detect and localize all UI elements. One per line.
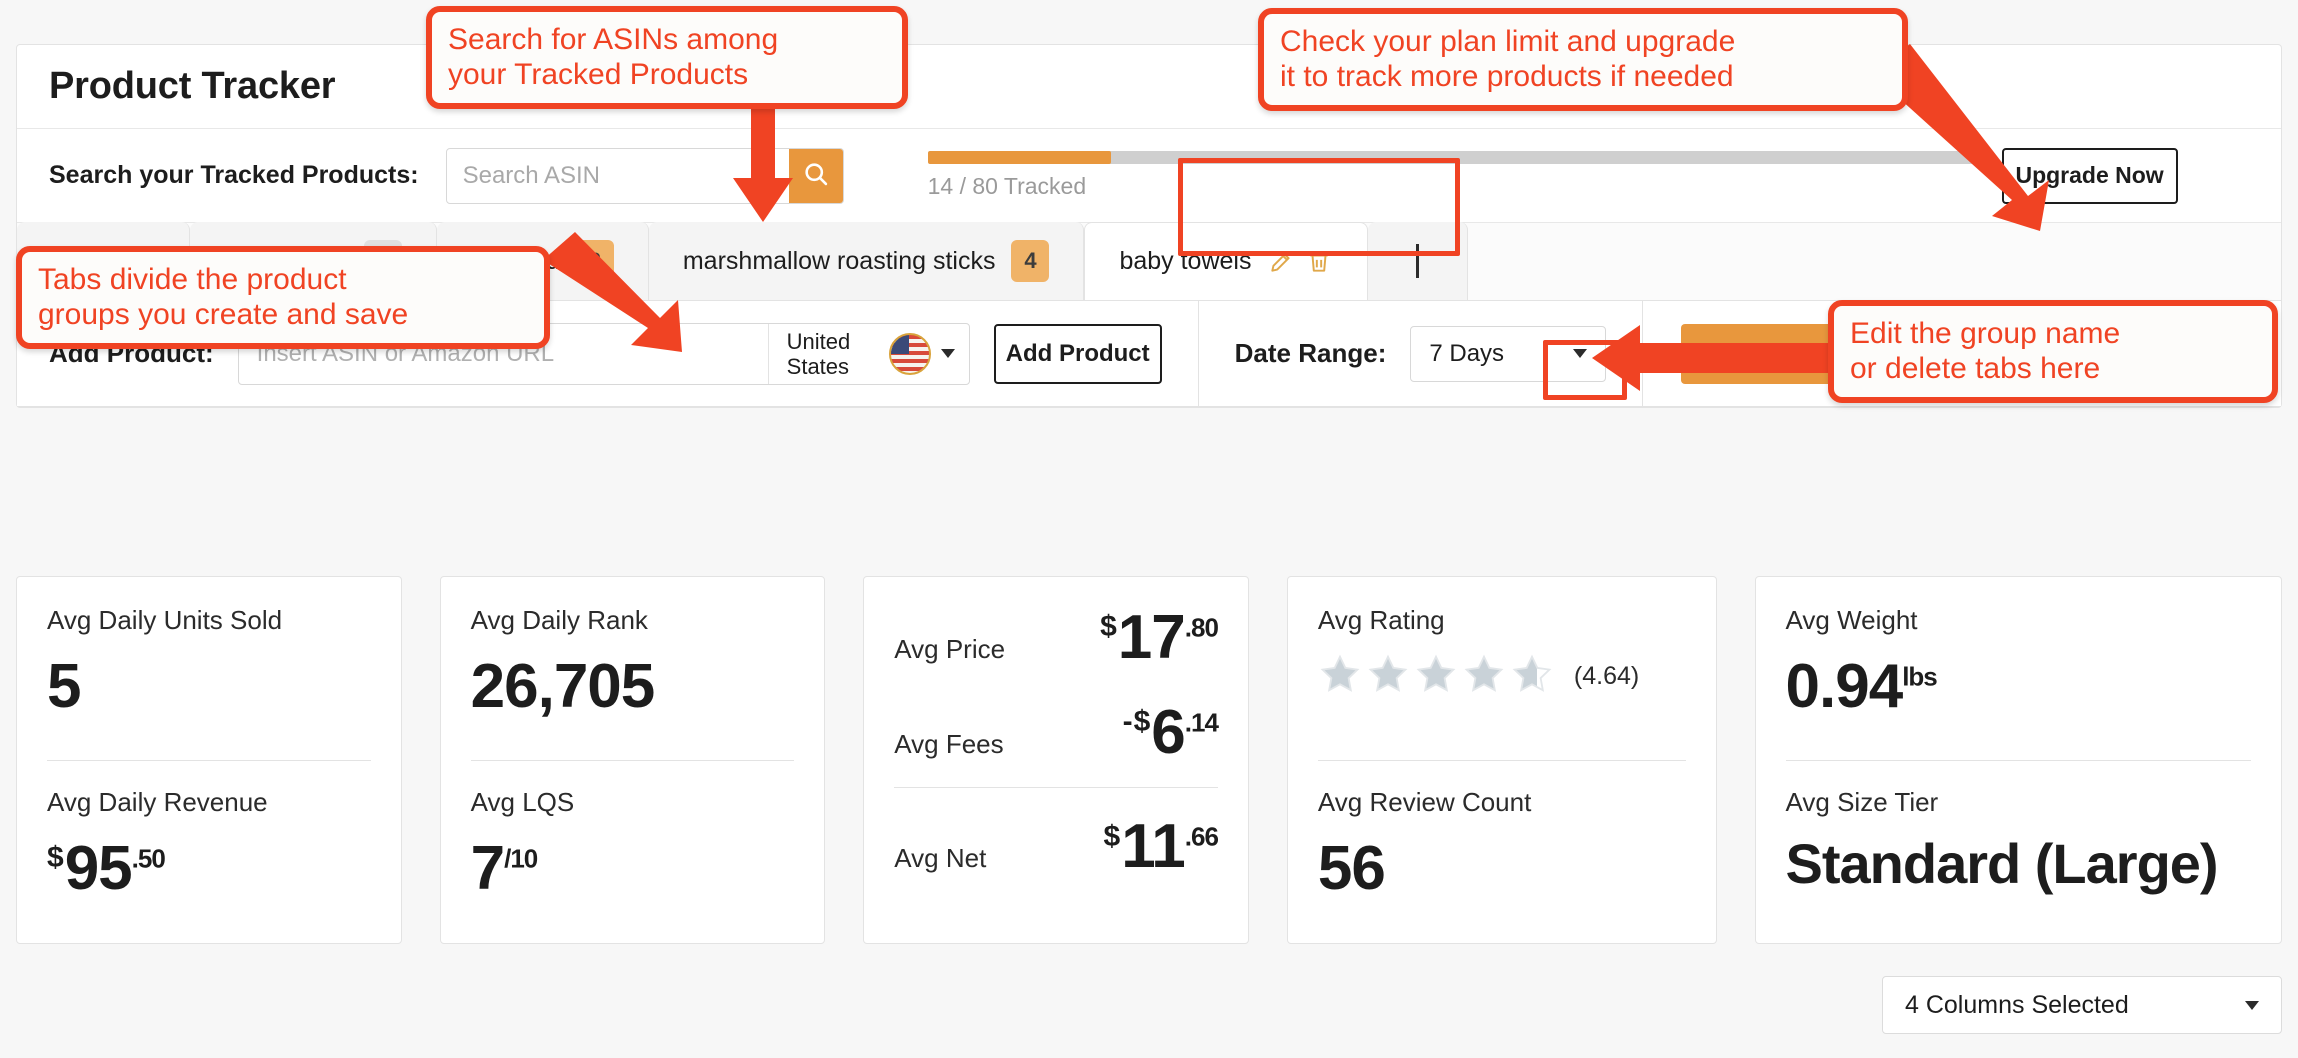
avg-size-tier-label: Avg Size Tier [1785,786,1939,817]
star-2 [1366,652,1410,701]
amount-integer: 6 [1151,698,1185,768]
annotation-plan-limit: Check your plan limit and upgrade it to t… [1258,8,1908,111]
avg-fees-value: -$6.14 [1122,698,1219,768]
search-button[interactable] [788,148,843,203]
avg-net-label: Avg Net [894,843,987,874]
card-avg-weight: Avg Weight 0.94lbs Avg Size Tier Standar… [1754,576,2282,944]
star-1 [1318,652,1362,701]
chevron-down-icon [2245,1000,2259,1010]
panel-header: Product Tracker [17,45,2281,129]
columns-selected-value: 4 Columns Selected [1905,990,2129,1019]
amount-decimal: .66 [1184,821,1219,852]
rating-value-text: (4.64) [1573,662,1640,690]
card-avg-price: Avg Price $17.80 Avg Fees -$6.14 Avg Net [863,576,1249,944]
avg-daily-revenue-value: $95.50 [47,833,371,903]
date-range-value: 7 Days [1429,339,1505,367]
amount-decimal: .50 [131,842,166,873]
minus-sign: - [1122,705,1133,739]
card-avg-daily-rank: Avg Daily Rank 26,705 Avg LQS 7/10 [439,576,826,944]
highlight-box-tab-actions [1543,340,1627,400]
chevron-down-icon [940,349,955,358]
currency-symbol: $ [1133,705,1151,739]
avg-weight-value: 0.94lbs [1786,654,2251,719]
card-avg-daily-units: Avg Daily Units Sold 5 Avg Daily Revenue… [16,576,402,944]
weight-number: 0.94 [1785,652,1904,721]
country-label: United States [786,328,851,379]
search-input[interactable] [446,148,789,203]
amount-integer: 17 [1117,603,1186,672]
tab-label: marshmallow roasting sticks [682,246,996,275]
rating-display: (4.64) [1318,652,1686,701]
avg-price-value: $17.80 [1100,603,1219,672]
avg-price-label: Avg Price [894,634,1006,664]
avg-size-tier-value: Standard (Large) [1785,831,2219,895]
tab-count-badge: 2 [575,240,614,282]
summary-cards: Avg Daily Units Sold 5 Avg Daily Revenue… [16,576,2282,944]
country-selector[interactable]: United States [767,323,969,384]
search-icon [802,160,830,191]
annotation-tabs: Tabs divide the product groups you create… [16,246,550,349]
weight-unit: lbs [1902,661,1938,692]
star-icon [1320,654,1360,692]
lqs-score: 7 [470,833,505,903]
columns-selected-dropdown[interactable]: 4 Columns Selected [1882,976,2282,1034]
avg-daily-units-value: 5 [47,652,81,721]
avg-net-value: $11.66 [1103,812,1219,882]
star-3 [1414,652,1458,701]
tracking-progress-fill [927,151,1111,164]
avg-fees-label: Avg Fees [894,729,1004,760]
us-flag-icon [888,332,931,375]
avg-lqs-value: 7/10 [470,833,795,903]
tab-marshmallow-roasting-sticks[interactable]: marshmallow roasting sticks 4 [648,222,1085,300]
avg-daily-revenue-label: Avg Daily Revenue [47,786,268,817]
currency-symbol: $ [1100,610,1117,644]
star-5 [1510,652,1554,701]
currency-symbol: $ [1103,819,1121,853]
lqs-max: /10 [504,842,538,873]
divider [1197,300,1199,407]
star-icon [1416,654,1456,692]
search-label: Search your Tracked Products: [49,161,419,189]
avg-review-count-value: 56 [1317,833,1386,903]
star-icon [1368,654,1408,692]
avg-review-count-label: Avg Review Count [1317,786,1532,817]
star-rating-icons [1318,652,1554,701]
search-box [445,147,844,204]
date-range-label: Date Range: [1234,338,1387,368]
avg-daily-rank-value: 26,705 [470,652,656,721]
avg-daily-units-label: Avg Daily Units Sold [47,605,283,635]
avg-daily-rank-label: Avg Daily Rank [470,605,648,635]
amount-decimal: .80 [1184,612,1219,643]
star-icon [1464,654,1504,692]
avg-lqs-label: Avg LQS [470,786,575,817]
page-title: Product Tracker [49,65,336,107]
highlight-box-tracking [1178,158,1460,256]
upgrade-now-button[interactable]: Upgrade Now [2001,147,2178,204]
avg-weight-label: Avg Weight [1785,605,1918,635]
tab-count-badge: 4 [1011,240,1050,282]
star-4 [1462,652,1506,701]
currency-symbol: $ [47,840,64,874]
divider [1642,300,1644,407]
amount-integer: 95 [64,833,133,903]
star-icon [1512,654,1552,692]
amount-integer: 11 [1121,812,1186,882]
annotation-search: Search for ASINs among your Tracked Produ… [426,6,908,109]
search-row: Search your Tracked Products: 14 / [17,129,2281,223]
annotation-edit-tabs: Edit the group name or delete tabs here [1828,300,2278,403]
avg-rating-label: Avg Rating [1317,605,1445,635]
amount-decimal: .14 [1184,707,1219,738]
add-product-button[interactable]: Add Product [993,323,1162,384]
card-avg-rating: Avg Rating (4.64) Avg Review Count 56 [1286,576,1717,944]
